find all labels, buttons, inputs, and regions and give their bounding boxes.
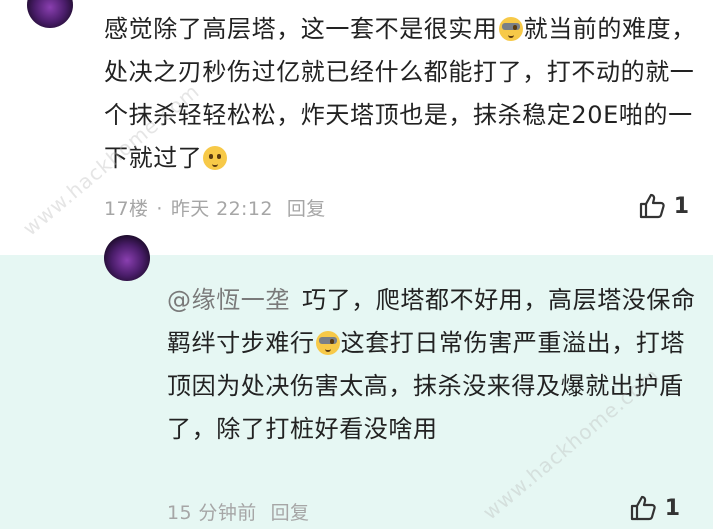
thumbs-up-icon (630, 495, 656, 521)
comment-text: 感觉除了高层塔，这一套不是很实用 就当前的难度，处决之刃秒伤过亿就已经什么都能打了… (104, 8, 704, 180)
comment-text-part-1: 感觉除了高层塔，这一套不是很实用 (104, 15, 498, 43)
reply-avatar[interactable] (104, 235, 150, 281)
floor-number: 17楼 (104, 198, 149, 220)
sunglasses-face-icon (315, 331, 340, 355)
reply-time: 15 分钟前 (167, 502, 257, 524)
like-count: 1 (673, 193, 689, 219)
meta-separator: · (156, 198, 163, 220)
reply-text: @缘恆一垄 巧了，爬塔都不好用，高层塔没保命羁绊寸步难行 这套打日常伤害严重溢出，打… (167, 279, 697, 451)
reply-card: @缘恆一垄 巧了，爬塔都不好用，高层塔没保命羁绊寸步难行 这套打日常伤害严重溢出，打… (0, 235, 713, 529)
avatar[interactable] (27, 0, 73, 28)
sunglasses-face-icon (498, 17, 523, 41)
like-button[interactable]: 1 (638, 192, 689, 220)
reply-reply-button[interactable]: 回复 (271, 502, 310, 524)
thumbs-up-icon (639, 193, 665, 219)
mention-link[interactable]: @缘恆一垄 (167, 286, 290, 314)
reply-button[interactable]: 回复 (287, 198, 326, 220)
smiling-face-icon (203, 146, 228, 170)
comment-time: 昨天 22:12 (170, 198, 273, 220)
reply-like-button[interactable]: 1 (629, 494, 680, 522)
reply-like-count: 1 (664, 495, 680, 521)
comment-meta: 17楼 · 昨天 22:12 回复 (104, 194, 326, 221)
reply-meta: 15 分钟前 回复 (167, 498, 309, 525)
comment-card: 感觉除了高层塔，这一套不是很实用 就当前的难度，处决之刃秒伤过亿就已经什么都能打了… (0, 0, 713, 237)
